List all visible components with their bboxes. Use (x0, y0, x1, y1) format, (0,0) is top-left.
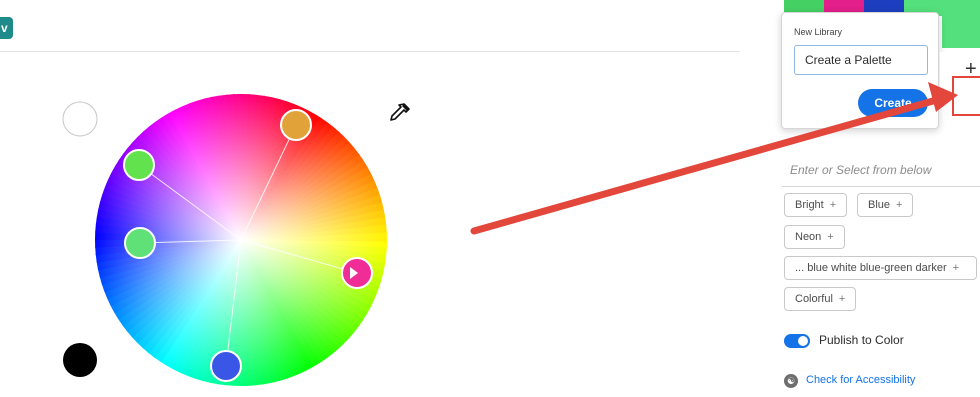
tag-description[interactable]: ... blue white blue-green darker + (784, 256, 977, 280)
tag-input[interactable]: Enter or Select from below (790, 163, 980, 183)
plus-icon: + (827, 231, 834, 243)
color-wheel-area (62, 94, 387, 386)
color-handle[interactable] (280, 109, 312, 141)
create-button[interactable]: Create (858, 89, 928, 117)
tag-blue[interactable]: Blue + (857, 193, 914, 217)
accessibility-icon: ☯ (784, 374, 798, 388)
popup-title: New Library (794, 27, 843, 37)
check-accessibility-link[interactable]: Check for Accessibility (806, 374, 915, 386)
library-name-input[interactable] (794, 45, 928, 75)
plus-icon: + (829, 199, 837, 211)
tag-input-underline (782, 186, 980, 187)
brightness-black-handle[interactable] (63, 343, 97, 377)
tag-colorful[interactable]: Colorful + (784, 287, 857, 311)
color-handle[interactable] (124, 227, 156, 259)
tag-label: Colorful (795, 293, 833, 305)
plus-icon: + (838, 293, 846, 305)
publish-label: Publish to Color (819, 333, 904, 347)
highlight-box (952, 76, 980, 116)
plus-icon: + (896, 199, 903, 211)
plus-icon: + (952, 262, 960, 274)
tag-label: Blue (868, 199, 891, 211)
color-handle[interactable] (210, 350, 242, 382)
tag-label: Neon (795, 231, 822, 243)
tag-label: ... blue white blue-green darker (795, 262, 947, 274)
color-handle[interactable] (123, 149, 155, 181)
eyedropper-icon[interactable] (386, 101, 412, 127)
swatch[interactable] (942, 0, 980, 48)
brightness-white-handle[interactable] (62, 101, 98, 137)
tag-label: Bright (795, 199, 824, 211)
new-library-popup: New Library Create (781, 12, 939, 129)
tag-bright[interactable]: Bright + (784, 193, 848, 217)
tag-neon[interactable]: Neon + (784, 225, 845, 249)
publish-toggle[interactable] (784, 334, 810, 348)
toggle-knob (798, 336, 808, 346)
